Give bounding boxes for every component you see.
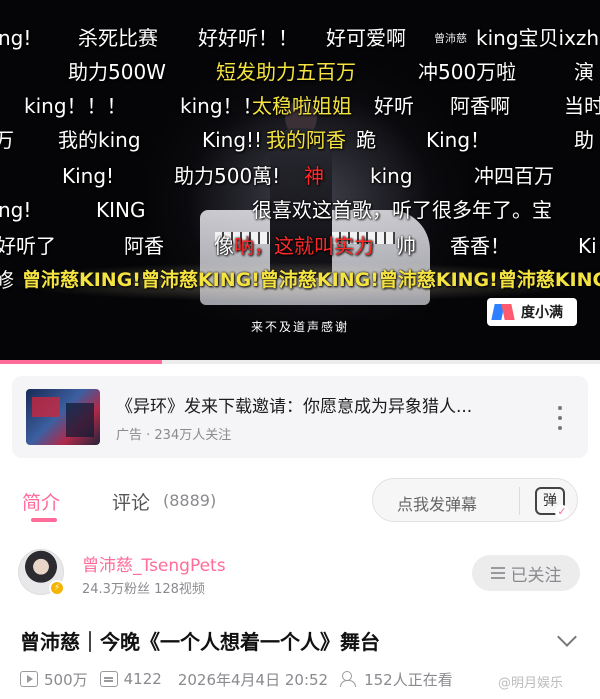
danmaku: 我的king <box>58 128 141 152</box>
danmaku: King! <box>62 164 115 188</box>
ad-thumbnail <box>26 389 100 445</box>
danmaku: 阿香啊 <box>450 94 510 118</box>
danmaku: ng! <box>0 198 32 222</box>
danmaku: 好听了 <box>0 234 56 258</box>
weibo-watermark: @明月娱乐 <box>498 676 564 691</box>
danmaku: 好可爱啊 <box>326 26 406 50</box>
play-count-icon <box>20 671 38 687</box>
divider <box>519 487 520 515</box>
danmaku: 演 <box>574 60 594 84</box>
danmaku: ng! <box>0 26 32 50</box>
danmaku: 很喜欢这首歌，听了很多年了。宝 <box>252 198 552 222</box>
danmaku-count: 4122 <box>123 670 162 688</box>
ad-card[interactable]: 《异环》发来下载邀请：你愿意成为异象猎人... 广告 · 234万人关注 <box>12 376 588 458</box>
follow-button-label: 已关注 <box>510 565 562 586</box>
danmaku: 帅 <box>396 234 416 258</box>
danmaku: 阿香 <box>124 234 164 258</box>
progress-fill <box>0 360 162 364</box>
uploader-watermark: 曾沛慈 <box>434 32 467 45</box>
progress-bar[interactable] <box>0 360 600 364</box>
danmaku: 太稳啦姐姐 <box>252 94 352 118</box>
danmaku: 香香！ <box>450 234 510 258</box>
danmaku: 我的阿香 <box>266 128 346 152</box>
danmaku: 像 <box>214 234 234 258</box>
danmaku: 神 <box>304 164 324 188</box>
danmaku-input[interactable]: 点我发弹幕 弹 ✓ <box>372 478 578 522</box>
danmaku: King!! <box>202 128 263 152</box>
more-options-icon[interactable] <box>556 406 564 430</box>
tab-active-indicator <box>31 518 57 522</box>
danmaku: king！！！ <box>24 94 127 118</box>
danmaku: 助力500W <box>68 60 166 84</box>
verified-badge-icon: ⚡ <box>49 580 65 596</box>
check-icon: ✓ <box>555 505 569 519</box>
danmaku-fan-chant: 曾沛慈KING!曾沛慈KING!曾沛慈KING!曾沛慈KING!曾沛慈KING! <box>22 269 600 291</box>
danmaku: king！！ <box>180 94 263 118</box>
danmaku: 跪 <box>356 128 376 152</box>
tab-comments-count: (8889) <box>163 491 217 510</box>
publish-date: 2026年4月4日 20:52 <box>177 670 329 689</box>
danmaku: 助 <box>574 128 594 152</box>
danmaku: 万 <box>0 128 14 152</box>
ad-subtitle: 广告 · 234万人关注 <box>116 428 232 443</box>
danmaku: 好听 <box>374 94 414 118</box>
menu-icon <box>490 567 505 579</box>
danmaku-input-placeholder: 点我发弹幕 <box>397 495 478 514</box>
viewers-icon <box>340 671 358 687</box>
subtitle-caption: 来不及道声感谢 <box>250 320 349 334</box>
danmaku: 呐，这就叫实力 <box>234 234 374 258</box>
danmaku: 助力500萬! <box>174 164 281 188</box>
uploader-name[interactable]: 曾沛慈_TsengPets <box>82 551 226 576</box>
danmaku: 短发助力五百万 <box>216 60 356 84</box>
danmaku: 好好听！！ <box>198 26 298 50</box>
danmaku: king宝贝ixzh <box>476 26 600 50</box>
danmaku: KING <box>96 198 146 222</box>
danmaku: king <box>370 164 413 188</box>
uploader-stats: 24.3万粉丝 128视频 <box>82 582 205 597</box>
danmaku: King！ <box>426 128 491 152</box>
danmaku: 修 <box>0 268 14 292</box>
danmaku: 冲四百万 <box>474 164 554 188</box>
danmaku: Ki <box>578 234 597 258</box>
follow-button[interactable]: 已关注 <box>472 555 580 591</box>
danmaku: 冲500万啦 <box>418 60 517 84</box>
danmaku-toggle-label: 弹 <box>543 493 557 509</box>
tab-comments[interactable]: 评论 <box>112 488 150 515</box>
tab-intro[interactable]: 简介 <box>22 488 60 515</box>
ad-title: 《异环》发来下载邀请：你愿意成为异象猎人... <box>116 397 473 417</box>
video-player[interactable]: ng! 杀死比赛 好好听！！ 好可爱啊 曾沛慈 king宝贝ixzh 助力500… <box>0 0 600 360</box>
watching-count: 152人正在看 <box>364 670 453 689</box>
chevron-down-icon[interactable] <box>557 627 577 647</box>
video-title: 曾沛慈｜今晚《一个人想着一个人》舞台 <box>20 630 380 654</box>
danmaku: 杀死比赛 <box>78 26 158 50</box>
danmaku-toggle-icon[interactable]: 弹 ✓ <box>535 487 569 519</box>
danmaku-count-icon <box>99 671 118 687</box>
danmaku: 当时 <box>564 94 600 118</box>
play-count: 500万 <box>44 670 88 689</box>
video-meta: 500万 4122 2026年4月4日 20:52 152人正在看 <box>20 668 453 690</box>
